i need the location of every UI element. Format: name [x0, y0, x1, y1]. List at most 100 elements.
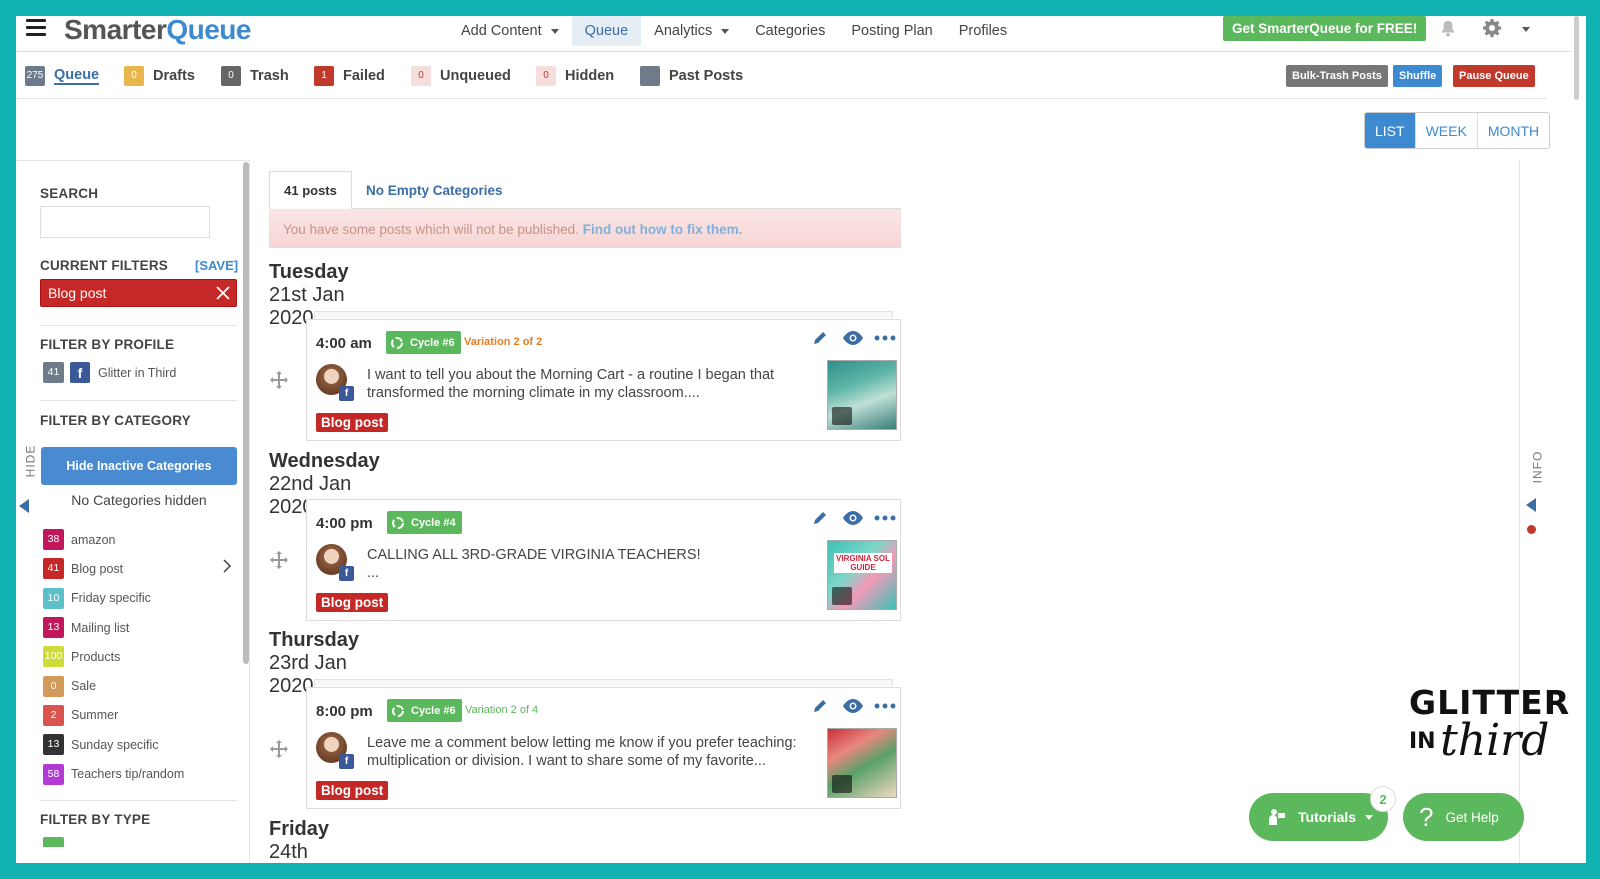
edit-pencil-icon[interactable] [811, 329, 829, 347]
post-card[interactable]: 4:00 pm Cycle #4 f CALLING ALL 3RD-GRADE… [306, 499, 901, 621]
tab-failed[interactable]: 1 Failed [314, 66, 385, 86]
save-filters-link[interactable]: [SAVE] [195, 258, 238, 273]
category-item[interactable]: 58 Teachers tip/random [43, 759, 184, 788]
hamburger-menu-icon[interactable] [26, 19, 46, 36]
close-icon[interactable] [216, 286, 230, 300]
more-options-icon[interactable] [874, 335, 896, 341]
category-item[interactable]: 0 Sale [43, 671, 184, 700]
bell-icon[interactable] [1439, 19, 1457, 37]
logo-queue: Queue [166, 16, 251, 45]
post-actions [811, 329, 896, 347]
category-count-badge: 13 [43, 617, 64, 639]
view-week-button[interactable]: WEEK [1414, 113, 1477, 148]
tab-unqueued[interactable]: 0 Unqueued [411, 66, 511, 86]
nav-queue[interactable]: Queue [571, 16, 642, 46]
category-item[interactable]: 10 Friday specific [43, 584, 184, 613]
post-card[interactable]: 8:00 pm Cycle #6 Variation 2 of 4 f Leav… [306, 687, 901, 809]
category-item[interactable]: 2 Summer [43, 701, 184, 730]
sidebar-scrollbar[interactable] [243, 162, 249, 664]
tab-drafts[interactable]: 0 Drafts [124, 66, 195, 86]
page-scrollbar[interactable] [1574, 16, 1579, 100]
category-count-badge: 58 [43, 763, 64, 785]
post-thumbnail[interactable] [827, 728, 897, 798]
past-posts-badge [640, 66, 660, 86]
more-options-icon[interactable] [874, 515, 896, 521]
tab-trash[interactable]: 0 Trash [221, 66, 289, 86]
tutorials-button[interactable]: Tutorials [1249, 793, 1388, 841]
chevron-down-icon[interactable] [1522, 27, 1530, 32]
view-list-button[interactable]: LIST [1365, 113, 1415, 148]
pause-queue-button[interactable]: Pause Queue [1453, 65, 1535, 87]
post-stack-edge [314, 679, 893, 686]
presenter-icon [1269, 809, 1285, 825]
tab-posts[interactable]: 41 posts [269, 171, 352, 210]
filter-by-profile-heading: FILTER BY PROFILE [40, 337, 175, 352]
category-name: amazon [71, 532, 116, 547]
hide-sidebar-label[interactable]: HIDE [23, 445, 37, 478]
view-month-button[interactable]: MONTH [1476, 113, 1549, 148]
nav-analytics[interactable]: Analytics [641, 16, 742, 46]
eye-icon[interactable] [842, 510, 864, 526]
fix-posts-link[interactable]: Find out how to fix them. [583, 222, 743, 237]
smarterqueue-logo[interactable]: SmarterQueue [64, 16, 251, 46]
recycle-icon [392, 516, 404, 529]
tab-hidden[interactable]: 0 Hidden [536, 66, 614, 86]
profile-filter-item[interactable]: 41 f Glitter in Third [43, 362, 176, 383]
category-item[interactable]: 41 Blog post [43, 554, 184, 583]
nav-profiles[interactable]: Profiles [946, 16, 1020, 46]
day-heading: Friday 24th Jan 2020 [269, 818, 329, 863]
filter-by-type-heading: FILTER BY TYPE [40, 812, 151, 827]
trash-count-badge: 0 [221, 66, 241, 86]
edit-pencil-icon[interactable] [811, 509, 829, 527]
tab-queue[interactable]: 275 Queue [25, 66, 100, 86]
drag-handle-icon[interactable] [269, 550, 289, 570]
expand-info-arrow-icon[interactable] [1526, 498, 1536, 512]
nav-categories[interactable]: Categories [742, 16, 838, 46]
tab-queue-label: Queue [54, 67, 100, 85]
get-free-button[interactable]: Get SmarterQueue for FREE! [1223, 16, 1427, 41]
day-weekday: Wednesday [269, 450, 380, 472]
top-navbar: SmarterQueue Add Content Queue Analytics… [16, 16, 1571, 52]
chevron-right-icon[interactable] [222, 559, 232, 573]
get-help-button[interactable]: ? Get Help [1403, 793, 1524, 841]
category-count-badge: 13 [43, 734, 64, 756]
tab-no-empty-categories[interactable]: No Empty Categories [366, 183, 503, 198]
post-stack-edge [314, 311, 893, 318]
eye-icon[interactable] [842, 698, 864, 714]
nav-posting-plan[interactable]: Posting Plan [838, 16, 945, 46]
bulk-trash-button[interactable]: Bulk-Trash Posts [1286, 65, 1388, 87]
search-input[interactable] [40, 206, 210, 238]
nav-add-content[interactable]: Add Content [448, 16, 572, 46]
category-name: Products [71, 649, 121, 664]
notification-dot [1527, 525, 1536, 534]
gear-icon[interactable] [1482, 18, 1502, 38]
post-card[interactable]: 4:00 am Cycle #6 Variation 2 of 2 f I wa… [306, 319, 901, 441]
tab-hidden-label: Hidden [565, 68, 615, 84]
drafts-count-badge: 0 [124, 66, 144, 86]
filter-by-category-heading: FILTER BY CATEGORY [40, 413, 191, 428]
post-thumbnail[interactable] [827, 360, 897, 430]
category-item[interactable]: 13 Mailing list [43, 613, 184, 642]
eye-icon[interactable] [842, 330, 864, 346]
list-tabs: 41 posts No Empty Categories [269, 171, 901, 210]
current-filters-heading: CURRENT FILTERS [40, 258, 168, 273]
category-item[interactable]: 38 amazon [43, 525, 184, 554]
shuffle-button[interactable]: Shuffle [1393, 65, 1443, 87]
info-panel-label[interactable]: INFO [1530, 451, 1544, 484]
category-item[interactable]: 100 Products [43, 642, 184, 671]
post-thumbnail[interactable]: VIRGINIA SOL GUIDE [827, 540, 897, 610]
category-item[interactable]: 13 Sunday specific [43, 730, 184, 759]
tab-failed-label: Failed [343, 68, 385, 84]
edit-pencil-icon[interactable] [811, 697, 829, 715]
profile-count-badge: 41 [43, 362, 64, 383]
post-actions [811, 697, 896, 715]
facebook-icon: f [339, 754, 354, 769]
more-options-icon[interactable] [874, 703, 896, 709]
drag-handle-icon[interactable] [269, 739, 289, 759]
drag-handle-icon[interactable] [269, 370, 289, 390]
collapse-sidebar-arrow-icon[interactable] [19, 499, 29, 513]
hide-inactive-categories-button[interactable]: Hide Inactive Categories [41, 447, 237, 485]
tab-past-posts[interactable]: Past Posts [640, 66, 743, 86]
tutorials-count-badge: 2 [1370, 786, 1396, 812]
post-time: 8:00 pm [316, 703, 373, 720]
